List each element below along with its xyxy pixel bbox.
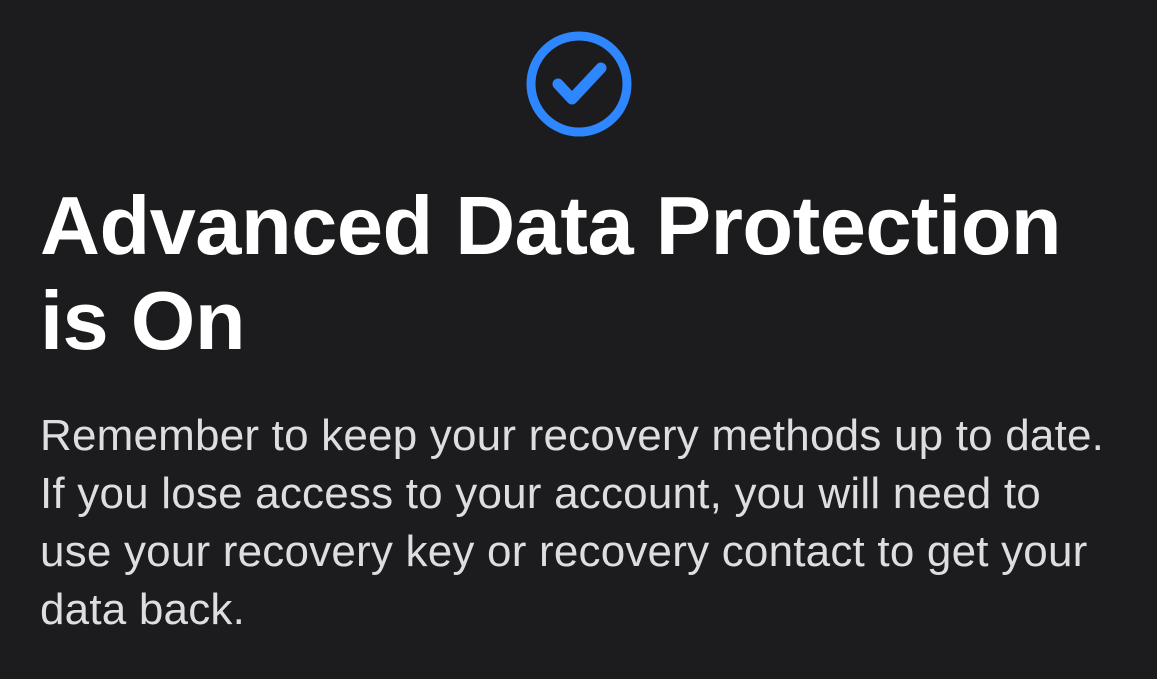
- description-text: Remember to keep your recovery methods u…: [40, 407, 1117, 639]
- checkmark-circle-icon: [525, 30, 633, 138]
- page-title: Advanced Data Protection is On: [40, 178, 1117, 369]
- icon-wrapper: [40, 30, 1117, 138]
- confirmation-panel: Advanced Data Protection is On Remember …: [0, 0, 1157, 679]
